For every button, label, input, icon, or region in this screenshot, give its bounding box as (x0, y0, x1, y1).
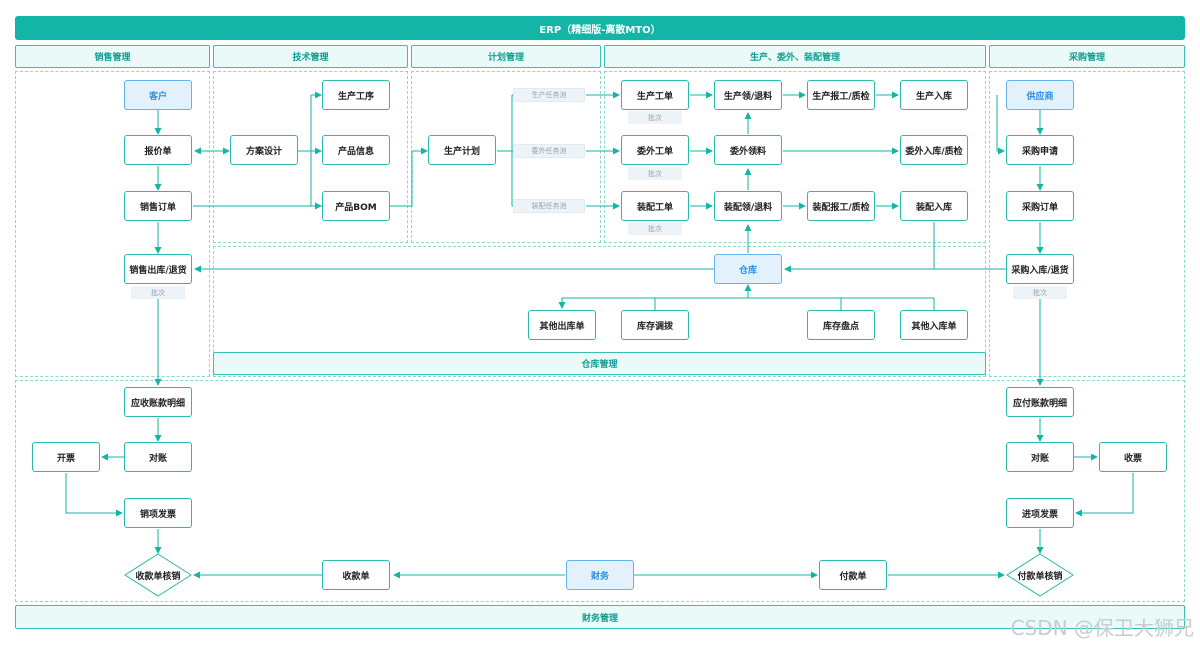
assembly-in-node[interactable]: 装配入库 (900, 191, 968, 221)
purchase-request-node[interactable]: 采购申请 (1006, 135, 1074, 165)
production-in-node[interactable]: 生产入库 (900, 80, 968, 110)
ar-detail-node[interactable]: 应收账款明细 (124, 387, 192, 417)
stock-transfer-node[interactable]: 库存调拨 (621, 310, 689, 340)
reconcile-ar-node[interactable]: 对账 (124, 442, 192, 472)
finance-node[interactable]: 财务 (566, 560, 634, 590)
purchase-in-node[interactable]: 采购入库/退货 (1006, 254, 1074, 284)
receipt-node[interactable]: 收款单 (322, 560, 390, 590)
outsource-order-node[interactable]: 委外工单 (621, 135, 689, 165)
purchase-order-node[interactable]: 采购订单 (1006, 191, 1074, 221)
outsource-pick-node[interactable]: 委外领料 (714, 135, 782, 165)
customer-node[interactable]: 客户 (124, 80, 192, 110)
payment-writeoff-decision[interactable]: 付款单核销 (1006, 553, 1074, 597)
process-node[interactable]: 生产工序 (322, 80, 390, 110)
receipt-writeoff-label: 收款单核销 (135, 571, 181, 582)
production-pick-node[interactable]: 生产领/退料 (714, 80, 782, 110)
supplier-node[interactable]: 供应商 (1006, 80, 1074, 110)
assembly-pick-node[interactable]: 装配领/退料 (714, 191, 782, 221)
product-info-node[interactable]: 产品信息 (322, 135, 390, 165)
ap-detail-node[interactable]: 应付账款明细 (1006, 387, 1074, 417)
stocktake-node[interactable]: 库存盘点 (807, 310, 875, 340)
watermark: CSDN @保卫大狮兄 (1010, 616, 1194, 640)
other-out-node[interactable]: 其他出库单 (528, 310, 596, 340)
batch-tag-work-order: 批次 (628, 111, 682, 124)
input-invoice-node[interactable]: 进项发票 (1006, 498, 1074, 528)
sales-order-node[interactable]: 销售订单 (124, 191, 192, 221)
bom-node[interactable]: 产品BOM (322, 191, 390, 221)
receive-invoice-node[interactable]: 收票 (1099, 442, 1167, 472)
quote-node[interactable]: 报价单 (124, 135, 192, 165)
other-in-node[interactable]: 其他入库单 (900, 310, 968, 340)
payment-node[interactable]: 付款单 (819, 560, 887, 590)
reconcile-ap-node[interactable]: 对账 (1006, 442, 1074, 472)
link-to-purchase-req (996, 95, 1005, 155)
production-task-pool[interactable]: 生产任务池 (513, 88, 585, 102)
payment-writeoff-label: 付款单核销 (1017, 571, 1063, 582)
production-plan-node[interactable]: 生产计划 (428, 135, 496, 165)
solution-design-node[interactable]: 方案设计 (230, 135, 298, 165)
sales-invoice-node[interactable]: 销项发票 (124, 498, 192, 528)
outsource-in-node[interactable]: 委外入库/质检 (900, 135, 968, 165)
invoice-issue-node[interactable]: 开票 (32, 442, 100, 472)
batch-tag-sales-out: 批次 (131, 286, 185, 299)
assembly-report-node[interactable]: 装配报工/质检 (807, 191, 875, 221)
batch-tag-outsource-order: 批次 (628, 167, 682, 180)
assembly-order-node[interactable]: 装配工单 (621, 191, 689, 221)
batch-tag-purchase-in: 批次 (1013, 286, 1067, 299)
warehouse-node[interactable]: 仓库 (714, 254, 782, 284)
work-order-node[interactable]: 生产工单 (621, 80, 689, 110)
outsource-task-pool[interactable]: 委外任务池 (513, 144, 585, 158)
sales-out-node[interactable]: 销售出库/退货 (124, 254, 192, 284)
assembly-task-pool[interactable]: 装配任务池 (513, 199, 585, 213)
receipt-writeoff-decision[interactable]: 收款单核销 (124, 553, 192, 597)
production-report-node[interactable]: 生产报工/质检 (807, 80, 875, 110)
batch-tag-assembly-order: 批次 (628, 222, 682, 235)
